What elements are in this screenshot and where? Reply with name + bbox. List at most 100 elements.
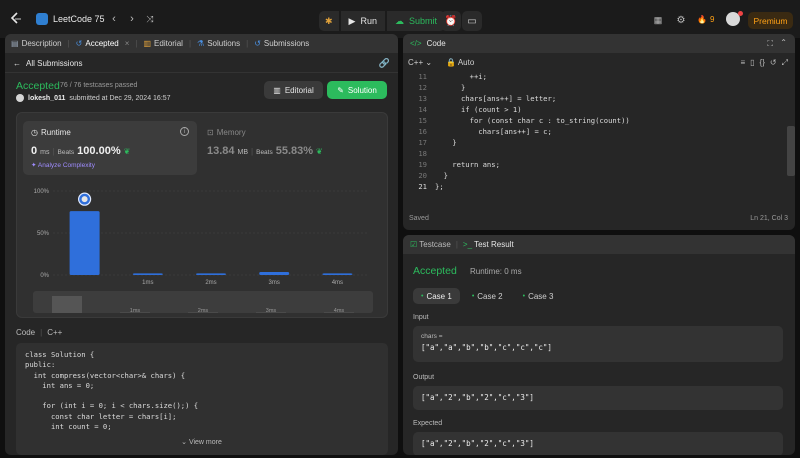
line-number: 11 <box>418 72 427 81</box>
streak-counter[interactable]: 🔥 9 <box>697 13 714 25</box>
settings-gear-icon[interactable]: ⚙ <box>675 14 687 26</box>
case-label: Case 1 <box>426 291 452 301</box>
memory-value: 13.84 <box>207 145 235 157</box>
language-select[interactable]: C++ ⌄ <box>408 58 432 67</box>
tab-label: Submissions <box>263 39 310 48</box>
solution-label: Solution <box>347 85 377 95</box>
distribution-scrubber[interactable]: 1ms 2ms 3ms 4ms <box>33 291 373 314</box>
shuffle-icon[interactable]: ⤨ <box>144 13 156 25</box>
header-divider: | <box>40 328 43 337</box>
solution-button[interactable]: ✎ Solution <box>327 81 387 99</box>
line-number: 14 <box>418 105 427 114</box>
pass-dot-icon: • <box>421 292 424 300</box>
tab-divider: | <box>135 39 138 48</box>
tab-testcase[interactable]: ☑ Testcase <box>410 240 451 249</box>
timer-button[interactable]: ⏰ <box>441 11 461 31</box>
code-editor-header: </> Code ⛶ ⌃ <box>403 34 795 53</box>
avatar <box>16 94 24 102</box>
x-tick-label: 2ms <box>205 280 216 286</box>
runtime-value: 0 <box>31 145 38 157</box>
analyze-complexity-link[interactable]: ✦ Analyze Complexity <box>31 161 95 169</box>
editor-scrollbar[interactable] <box>787 126 795 176</box>
bookmark-icon[interactable]: ▯ <box>750 58 754 68</box>
memory-title-label: Memory <box>216 128 246 137</box>
memory-title: ⊡ Memory <box>207 128 246 137</box>
code-line: for (int i = 0; i < chars.size();) { <box>25 401 199 411</box>
expand-icon[interactable]: ⛶ <box>767 39 773 49</box>
username[interactable]: lokesh_011 <box>28 95 65 102</box>
premium-button[interactable]: Premium <box>748 12 793 29</box>
runtime-card[interactable]: ◷ Runtime i 0 ms | Beats 100.00% ❦ ✦ Anal… <box>23 121 197 175</box>
tab-test-result[interactable]: >_ Test Result <box>463 240 514 249</box>
info-icon[interactable]: i <box>180 127 189 136</box>
runtime-title-label: Runtime <box>40 128 71 137</box>
chevron-double-down-icon: ⌄ <box>181 439 187 446</box>
tab-editorial[interactable]: ▥ Editorial <box>143 39 182 48</box>
notes-button[interactable]: ▭ <box>462 11 482 31</box>
submit-label: Submit <box>408 16 437 26</box>
book-icon: ▥ <box>273 85 281 95</box>
view-more-button[interactable]: ⌄ View more <box>5 438 398 446</box>
code-line: return ans; <box>435 160 500 169</box>
code-editor[interactable]: 11 ++i; 12 } 13 chars[ans++] = letter; 14 i… <box>403 71 795 211</box>
y-tick-label: 100% <box>34 189 50 195</box>
result-runtime: Runtime: 0 ms <box>470 267 522 276</box>
divider <box>5 72 398 73</box>
code-line: int ans = 0; <box>25 380 95 390</box>
x-tick-label: 3ms <box>269 280 280 286</box>
bar <box>259 272 290 275</box>
submit-button[interactable]: ☁ Submit <box>386 11 445 31</box>
tab-solutions[interactable]: ⚗ Solutions <box>197 39 240 48</box>
case-tab[interactable]: • Case 3 <box>515 288 562 304</box>
case-tabs: • Case 1 • Case 2 • Case 3 <box>413 288 561 304</box>
tab-accepted[interactable]: ↺ Accepted × <box>76 39 130 48</box>
flask-icon: ⚗ <box>197 39 205 48</box>
line-number: 19 <box>418 160 427 169</box>
line-number: 13 <box>418 94 427 103</box>
case-tab[interactable]: • Case 2 <box>464 288 511 304</box>
auto-mode[interactable]: 🔒 Auto <box>446 58 474 67</box>
code-line: int compress(vector<char>& chars) { <box>25 370 186 380</box>
checkbox-icon: ☑ <box>410 240 418 249</box>
layout-icon[interactable]: ▦ <box>652 14 664 26</box>
x-tick-label: 1ms <box>142 280 153 286</box>
tab-description[interactable]: ▤ Description <box>11 39 62 48</box>
share-link-icon[interactable]: 🔗 <box>379 58 390 69</box>
chevron-down-icon: ⌄ <box>425 58 433 67</box>
fullscreen-icon[interactable]: ⤢ <box>782 58 788 68</box>
line-number: 21 <box>418 182 427 191</box>
debug-button[interactable]: ✱ <box>319 11 339 31</box>
editor-tools: ≡ ▯ {} ↺ ⤢ <box>740 58 788 68</box>
problem-list-link[interactable]: LeetCode 75 <box>36 13 105 25</box>
book-icon: ▥ <box>143 39 152 48</box>
all-submissions-link[interactable]: ← All Submissions <box>13 59 82 68</box>
lock-icon: 🔒 <box>446 58 457 67</box>
close-icon[interactable]: × <box>125 39 130 48</box>
prev-problem-icon[interactable]: ‹ <box>108 13 120 25</box>
memory-card[interactable]: ⊡ Memory 13.84 MB | Beats 55.83% ❦ <box>207 121 377 175</box>
next-problem-icon[interactable]: › <box>126 13 138 25</box>
notification-dot <box>738 11 743 16</box>
code-line: chars[ans++] = letter; <box>435 94 557 103</box>
chevron-up-icon[interactable]: ⌃ <box>780 38 787 47</box>
run-button[interactable]: ▶ Run <box>340 11 385 31</box>
editorial-button[interactable]: ▥ Editorial <box>264 81 323 99</box>
runtime-title: ◷ Runtime <box>31 128 71 137</box>
tab-submissions[interactable]: ↺ Submissions <box>254 39 309 48</box>
clock-icon: ◷ <box>31 128 38 137</box>
reset-icon[interactable]: ↺ <box>770 58 777 68</box>
format-icon[interactable]: ≡ <box>740 58 745 68</box>
save-status: Saved <box>409 215 429 222</box>
test-result-label: Test Result <box>474 240 514 249</box>
cursor-position: Ln 21, Col 3 <box>750 215 788 222</box>
editor-toolbar: C++ ⌄ 🔒 Auto <box>408 58 474 67</box>
top-bar: LeetCode 75 ‹ › ⤨ ✱ ▶ Run ☁ Submit ⏰ ▭ ▦ ⚙… <box>0 0 800 38</box>
view-more-label: View more <box>188 439 222 446</box>
runtime-distribution-chart: 100% 50% 0% 1ms 2ms 3ms 4ms <box>34 189 369 286</box>
leetcode-logo-icon[interactable] <box>8 11 24 27</box>
result-status: Accepted <box>413 265 457 277</box>
case-tab[interactable]: • Case 1 <box>413 288 460 304</box>
sparkle-icon: ✦ <box>31 162 37 169</box>
scrubber-label: 4ms <box>333 308 345 314</box>
braces-icon[interactable]: {} <box>760 58 765 68</box>
